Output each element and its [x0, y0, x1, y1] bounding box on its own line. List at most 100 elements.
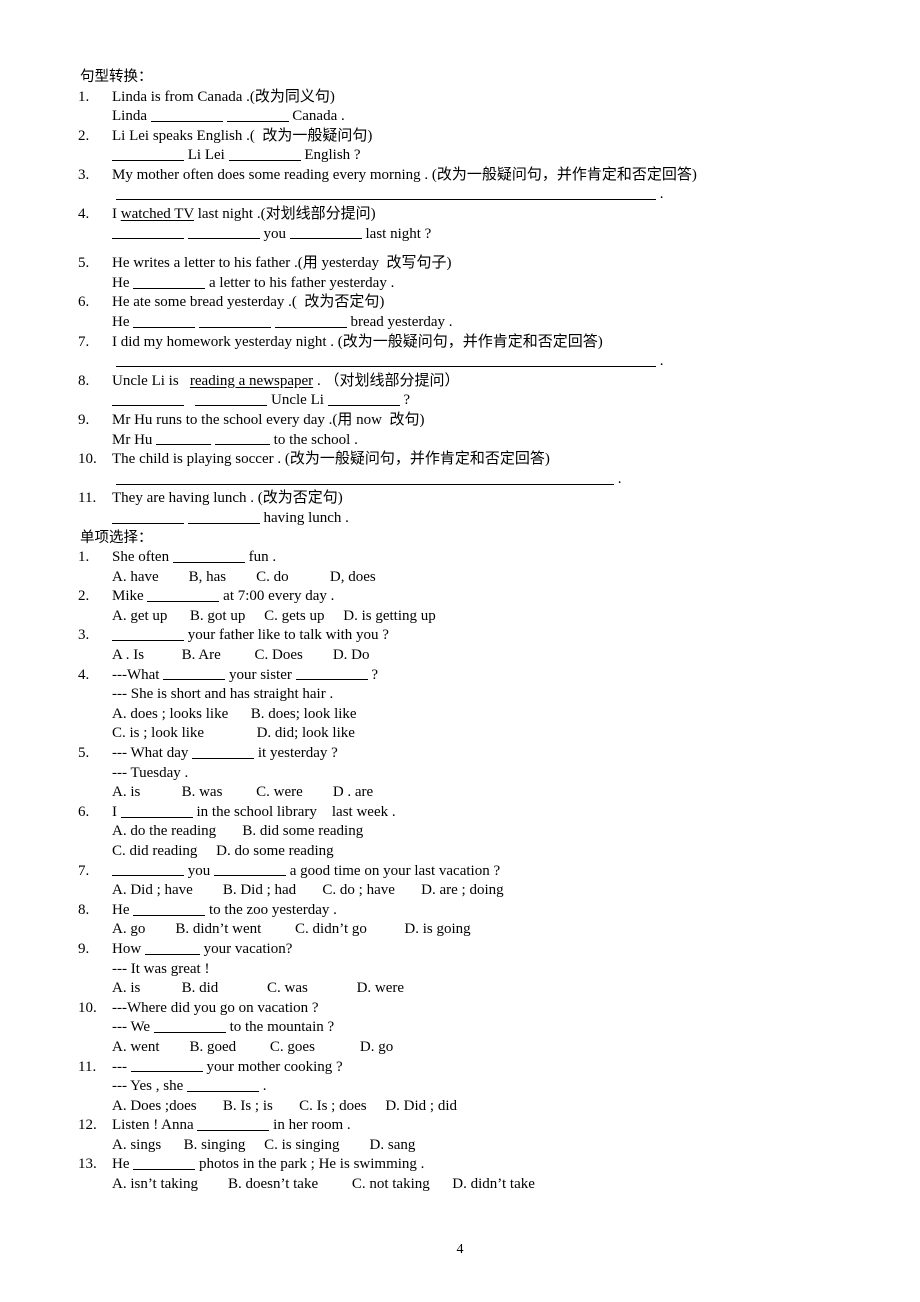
question-number: 10. — [78, 999, 97, 1016]
answer-line: Uncle Li ? — [112, 391, 830, 411]
blank-field[interactable] — [187, 1077, 259, 1092]
blank-field[interactable] — [197, 1116, 270, 1132]
question-prompt: The child is playing soccer . (改为一般疑问句，并… — [112, 451, 550, 468]
blank-field[interactable] — [133, 274, 206, 289]
blank-field[interactable] — [289, 225, 362, 240]
blank-field[interactable] — [295, 666, 368, 681]
question-number: 10. — [78, 451, 97, 468]
blank-field[interactable] — [214, 862, 286, 877]
mc-stem: you a good time on your last vacation ? — [112, 862, 830, 882]
mc-options[interactable]: A. get up B. got up C. gets up D. is get… — [112, 607, 830, 627]
blank-field[interactable] — [112, 225, 184, 240]
mc-question-item: 12. Listen ! Anna in her room . A. sings… — [78, 1116, 830, 1155]
question-prompt: Li Lei speaks English .( 改为一般疑问句) — [112, 127, 373, 144]
blank-field[interactable] — [199, 313, 271, 328]
mc-dialogue-line: --- We to the mountain ? — [112, 1018, 335, 1036]
page-number: 4 — [456, 1242, 464, 1257]
question-number: 7. — [78, 862, 90, 879]
mc-question-item: 7. you a good time on your last vacation… — [78, 862, 830, 901]
mc-question-item: 5. --- What day it yesterday ? --- Tuesd… — [78, 744, 830, 803]
blank-field[interactable] — [133, 1155, 196, 1171]
blank-field[interactable] — [133, 901, 206, 916]
mc-options[interactable]: A . Is B. Are C. Does D. Do — [112, 646, 830, 666]
blank-field[interactable] — [150, 107, 223, 122]
question-item: 7. I did my homework yesterday night . (… — [78, 333, 830, 372]
mc-stem: your father like to talk with you ? — [112, 626, 830, 646]
mc-options[interactable]: A. does ; looks like B. does; look like — [112, 705, 830, 725]
trailing-period: . — [617, 470, 622, 487]
blank-field[interactable] — [156, 431, 212, 446]
blank-field[interactable] — [192, 744, 255, 759]
blank-field-long[interactable] — [116, 470, 614, 485]
question-item: 2. Li Lei speaks English .( 改为一般疑问句) Li … — [78, 127, 830, 166]
blank-field[interactable] — [195, 391, 268, 407]
mc-options[interactable]: A. is B. did C. was D. were — [112, 979, 830, 999]
blank-field[interactable] — [133, 313, 196, 328]
blank-field[interactable] — [144, 940, 200, 955]
blank-field[interactable] — [226, 107, 289, 122]
mc-options[interactable]: C. did reading D. do some reading — [112, 842, 830, 862]
prompt-pre: I — [112, 206, 121, 223]
blank-field[interactable] — [187, 509, 260, 524]
prompt-pre: Uncle Li is — [112, 372, 190, 389]
mc-options[interactable]: A. went B. goed C. goes D. go — [112, 1038, 830, 1058]
question-number: 7. — [78, 333, 90, 350]
question-number: 5. — [78, 255, 90, 272]
blank-field[interactable] — [130, 1058, 203, 1073]
answer-line: you last night ? — [112, 225, 830, 245]
question-prompt: He writes a letter to his father .(用 yes… — [112, 255, 452, 272]
question-number: 6. — [78, 803, 90, 820]
question-prompt: I did my homework yesterday night . (改为一… — [112, 333, 603, 350]
question-prompt: I watched TV last night .(对划线部分提问) — [112, 205, 830, 225]
underlined-phrase: reading a newspaper — [189, 372, 314, 389]
question-number: 6. — [78, 294, 90, 311]
question-item: 8. Uncle Li is reading a newspaper . （对划… — [78, 372, 830, 411]
blank-field-long[interactable] — [116, 352, 656, 368]
question-number: 2. — [78, 588, 90, 605]
answer-line: Li Lei English ? — [112, 146, 830, 166]
blank-field[interactable] — [187, 225, 260, 240]
mc-question-item: 3. your father like to talk with you ? A… — [78, 626, 830, 665]
question-number: 1. — [78, 549, 90, 566]
prompt-post: last night .(对划线部分提问) — [193, 206, 376, 223]
blank-field[interactable] — [327, 391, 400, 407]
question-number: 13. — [78, 1156, 97, 1173]
blank-field[interactable] — [112, 391, 184, 407]
question-number: 11. — [78, 490, 97, 507]
mc-dialogue-line: --- She is short and has straight hair . — [112, 686, 334, 703]
question-number: 3. — [78, 166, 90, 183]
mc-options[interactable]: A. Did ; have B. Did ; had C. do ; have … — [112, 881, 830, 901]
mc-options[interactable]: A. isn’t taking B. doesn’t take C. not t… — [112, 1175, 830, 1195]
mc-options[interactable]: A. do the reading B. did some reading — [112, 822, 830, 842]
answer-line: Mr Hu to the school . — [112, 431, 358, 448]
mc-stem: --- What day it yesterday ? — [112, 744, 338, 761]
blank-field[interactable] — [120, 803, 193, 818]
mc-options[interactable]: A. go B. didn’t went C. didn’t go D. is … — [112, 920, 830, 940]
blank-field-long[interactable] — [116, 185, 656, 201]
blank-field[interactable] — [172, 548, 245, 563]
question-number: 9. — [78, 940, 90, 957]
blank-field[interactable] — [147, 587, 220, 603]
blank-field[interactable] — [214, 431, 270, 446]
blank-field[interactable] — [112, 146, 184, 162]
question-number: 4. — [78, 666, 90, 683]
blank-field[interactable] — [163, 666, 226, 681]
mc-question-item: 11. --- your mother cooking ? --- Yes , … — [78, 1058, 830, 1117]
blank-field[interactable] — [228, 146, 301, 162]
mc-question-item: 1. She often fun . A. have B, has C. do … — [78, 548, 830, 587]
answer-line-long: . — [112, 470, 830, 490]
question-prompt: Uncle Li is reading a newspaper . （对划线部分… — [112, 372, 830, 392]
mc-options[interactable]: A. have B, has C. do D, does — [112, 568, 830, 588]
blank-field[interactable] — [153, 1018, 226, 1034]
blank-field[interactable] — [112, 626, 184, 642]
question-item: 6. He ate some bread yesterday .( 改为否定句)… — [78, 293, 830, 332]
mc-options[interactable]: C. is ; look like D. did; look like — [112, 724, 830, 744]
mc-options[interactable]: A. Does ;does B. Is ; is C. Is ; does D.… — [112, 1097, 830, 1117]
question-number: 12. — [78, 1117, 97, 1134]
mc-question-item: 13. He photos in the park ; He is swimmi… — [78, 1155, 830, 1194]
blank-field[interactable] — [112, 509, 184, 524]
mc-options[interactable]: A. sings B. singing C. is singing D. san… — [112, 1136, 830, 1156]
blank-field[interactable] — [112, 862, 184, 877]
blank-field[interactable] — [274, 313, 347, 328]
mc-options[interactable]: A. is B. was C. were D . are — [112, 783, 830, 803]
